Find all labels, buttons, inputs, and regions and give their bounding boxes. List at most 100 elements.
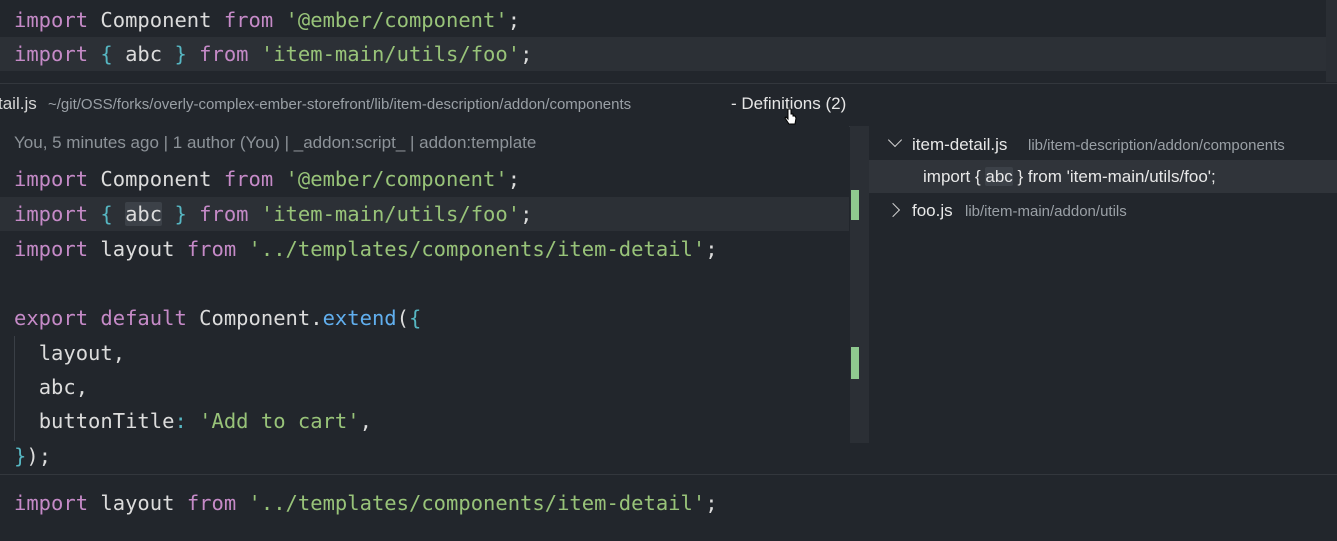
identifier: Component <box>186 306 311 330</box>
string: '../templates/components/item-detail' <box>248 491 706 515</box>
peek-line-9[interactable]: }); <box>14 439 51 473</box>
dot: . <box>310 306 323 330</box>
brace-close: } <box>174 42 187 66</box>
change-marker <box>851 347 859 379</box>
keyword: from <box>223 167 274 191</box>
brace-close: } <box>14 444 27 468</box>
main-editor[interactable]: import Component from '@ember/component'… <box>0 0 1337 82</box>
match-before: import { <box>923 167 986 186</box>
keyword: from <box>186 491 237 515</box>
identifier: layout <box>88 237 187 261</box>
property-key: buttonTitle <box>38 409 175 433</box>
change-marker <box>851 190 859 220</box>
peek-line-6[interactable]: layout, <box>14 336 125 370</box>
keyword: import <box>14 167 89 191</box>
semicolon: ; <box>705 491 718 515</box>
keyword: from <box>199 202 249 226</box>
string: '@ember/component' <box>285 167 508 191</box>
semicolon: ; <box>507 167 521 191</box>
semicolon: ; <box>705 237 718 261</box>
string: '@ember/component' <box>285 8 508 32</box>
result-group-item-detail[interactable]: item-detail.js lib/item-description/addo… <box>869 128 1337 161</box>
keyword: from <box>186 237 237 261</box>
identifier: layout <box>88 491 187 515</box>
brace-close: } <box>174 202 187 226</box>
editor-scrollbar[interactable] <box>1326 0 1337 82</box>
result-file-name: foo.js <box>912 201 953 220</box>
keyword: import <box>14 202 89 226</box>
codelens[interactable]: You, 5 minutes ago | 1 author (You) | _a… <box>14 133 536 153</box>
string: 'Add to cart' <box>199 409 360 433</box>
identifier: Component <box>88 167 224 191</box>
brace-open: { <box>408 306 422 330</box>
code-line-1[interactable]: import Component from '@ember/component'… <box>14 3 520 37</box>
function-name: extend <box>322 306 397 330</box>
string: 'item-main/utils/foo' <box>260 202 521 226</box>
paren-open: ( <box>396 306 409 330</box>
semicolon: ; <box>38 444 52 468</box>
semicolon: ; <box>520 42 533 66</box>
comma: , <box>359 409 372 433</box>
comma: , <box>112 341 126 365</box>
code-line-2[interactable]: import { abc } from 'item-main/utils/foo… <box>14 37 532 71</box>
peek-scrollbar[interactable] <box>850 126 869 443</box>
peek-line-3[interactable]: import layout from '../templates/compone… <box>14 232 718 266</box>
code-line-3[interactable]: import layout from '../templates/compone… <box>14 486 718 520</box>
peek-line-5[interactable]: export default Component.extend({ <box>14 301 421 335</box>
peek-line-8[interactable]: buttonTitle: 'Add to cart', <box>14 404 372 438</box>
match-after: } from 'item-main/utils/foo'; <box>1012 167 1216 186</box>
keyword: export <box>14 306 89 330</box>
symbol-abc-highlighted[interactable]: abc <box>125 202 163 226</box>
peek-file-path: ~/git/OSS/forks/overly-complex-ember-sto… <box>48 96 632 113</box>
keyword: import <box>14 491 89 515</box>
brace-open: { <box>100 42 113 66</box>
keyword: from <box>223 8 274 32</box>
colon: : <box>174 409 187 433</box>
identifier: layout <box>38 341 113 365</box>
peek-file-name[interactable]: tail.js <box>0 94 37 114</box>
keyword: from <box>199 42 249 66</box>
peek-line-1[interactable]: import Component from '@ember/component'… <box>14 162 520 196</box>
brace-open: { <box>100 202 113 226</box>
result-file-path: lib/item-main/addon/utils <box>965 203 1127 220</box>
keyword: import <box>14 42 89 66</box>
match-word: abc <box>985 167 1013 186</box>
keyword: import <box>14 237 89 261</box>
string: 'item-main/utils/foo' <box>260 42 521 66</box>
result-match-row[interactable]: import { abc } from 'item-main/utils/foo… <box>869 160 1337 193</box>
chevron-down-icon <box>887 132 903 148</box>
peek-header: tail.js ~/git/OSS/forks/overly-complex-e… <box>0 83 1337 127</box>
result-file-path: lib/item-description/addon/components <box>1028 137 1285 154</box>
string: '../templates/components/item-detail' <box>248 237 706 261</box>
result-match-text: import { abc } from 'item-main/utils/foo… <box>923 167 1216 187</box>
symbol-abc[interactable]: abc <box>125 42 162 66</box>
keyword: import <box>14 8 89 32</box>
peek-line-7[interactable]: abc, <box>14 370 88 404</box>
identifier: abc <box>38 375 76 399</box>
comma: , <box>75 375 89 399</box>
identifier: Component <box>88 8 224 32</box>
result-group-foo[interactable]: foo.js lib/item-main/addon/utils <box>869 194 1337 227</box>
keyword: default <box>100 306 187 330</box>
semicolon: ; <box>520 202 533 226</box>
peek-line-2[interactable]: import { abc } from 'item-main/utils/foo… <box>14 197 532 231</box>
semicolon: ; <box>507 8 521 32</box>
